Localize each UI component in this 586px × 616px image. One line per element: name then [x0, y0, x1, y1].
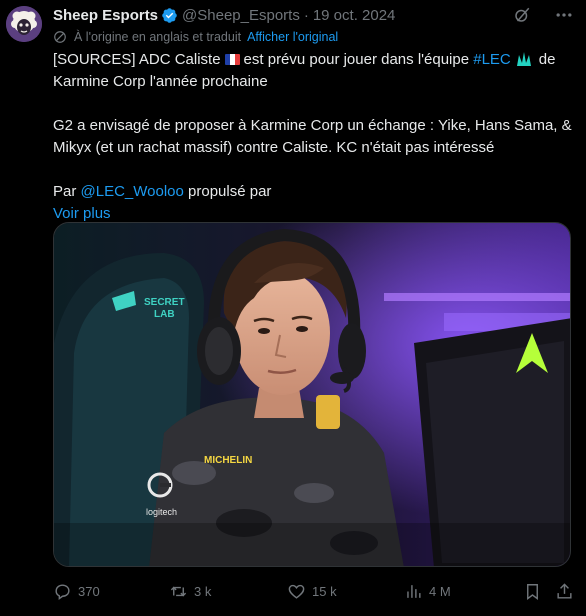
- views-chart-icon: [404, 582, 423, 601]
- tweet-text-segment: est prévu pour jouer dans l'équipe: [243, 51, 470, 68]
- repost-button[interactable]: 3 k: [169, 582, 211, 601]
- tweet-media-image[interactable]: SECRET LAB logitech MICHELIN: [53, 222, 571, 567]
- player-photo: SECRET LAB logitech MICHELIN: [54, 223, 570, 566]
- bookmark-button[interactable]: [523, 582, 542, 601]
- avatar[interactable]: [6, 6, 42, 42]
- tweet-text-segment: Par: [53, 183, 77, 200]
- separator-dot: ·: [303, 6, 309, 24]
- tweet-actions: 370 3 k 15 k 4 M: [53, 578, 573, 604]
- translation-row: À l'origine en anglais et traduit Affich…: [53, 29, 338, 45]
- share-icon: [555, 582, 574, 601]
- tweet-text-segment: de: [538, 51, 556, 68]
- tweet-paragraph-1: [SOURCES] ADC Caliste est prévu pour joue…: [53, 49, 573, 93]
- author-handle[interactable]: @Sheep_Esports: [182, 7, 300, 24]
- see-more-link[interactable]: Voir plus: [53, 205, 111, 222]
- reply-icon: [53, 582, 72, 601]
- grok-icon[interactable]: [512, 5, 532, 25]
- mention-lec-wooloo[interactable]: @LEC_Wooloo: [81, 183, 184, 200]
- show-original-link[interactable]: Afficher l'original: [247, 30, 338, 44]
- author-name[interactable]: Sheep Esports: [53, 7, 158, 24]
- tweet-paragraph-2: G2 a envisagé de proposer à Karmine Corp…: [53, 117, 572, 156]
- tweet-paragraph-3: Par @LEC_Wooloo propulsé par: [53, 181, 573, 203]
- repost-count: 3 k: [194, 583, 212, 599]
- svg-text:logitech: logitech: [146, 507, 177, 517]
- reply-count: 370: [78, 583, 100, 599]
- translation-note: À l'origine en anglais et traduit: [74, 30, 242, 44]
- sheep-logo-icon: [6, 6, 42, 42]
- hashtag-lec[interactable]: #LEC: [473, 51, 511, 68]
- tweet-header: Sheep Esports @Sheep_Esports · 19 oct. 2…: [53, 4, 574, 26]
- view-count: 4 M: [429, 583, 451, 599]
- svg-text:LAB: LAB: [154, 309, 175, 320]
- svg-text:MICHELIN: MICHELIN: [204, 455, 252, 466]
- verified-badge-icon: [161, 7, 178, 24]
- svg-text:SECRET: SECRET: [144, 297, 185, 308]
- like-button[interactable]: 15 k: [287, 582, 337, 601]
- like-count: 15 k: [312, 583, 337, 599]
- repost-icon: [169, 582, 188, 601]
- tweet-text: [SOURCES] ADC Caliste est prévu pour joue…: [53, 49, 573, 225]
- lec-hashflag-icon: [515, 51, 533, 67]
- bookmark-icon: [523, 582, 542, 601]
- tweet-text-segment: propulsé par: [188, 183, 272, 200]
- tweet-date[interactable]: 19 oct. 2024: [313, 7, 396, 24]
- tweet-text-segment: Karmine Corp l'année prochaine: [53, 73, 268, 90]
- share-button[interactable]: [555, 582, 574, 601]
- france-flag-icon: [224, 54, 240, 65]
- reply-button[interactable]: 370: [53, 582, 100, 601]
- tweet-text-segment: [SOURCES] ADC Caliste: [53, 51, 221, 68]
- heart-icon: [287, 582, 306, 601]
- more-options-icon[interactable]: [554, 5, 574, 25]
- views-button[interactable]: 4 M: [404, 582, 451, 601]
- translate-globe-icon: [53, 30, 67, 44]
